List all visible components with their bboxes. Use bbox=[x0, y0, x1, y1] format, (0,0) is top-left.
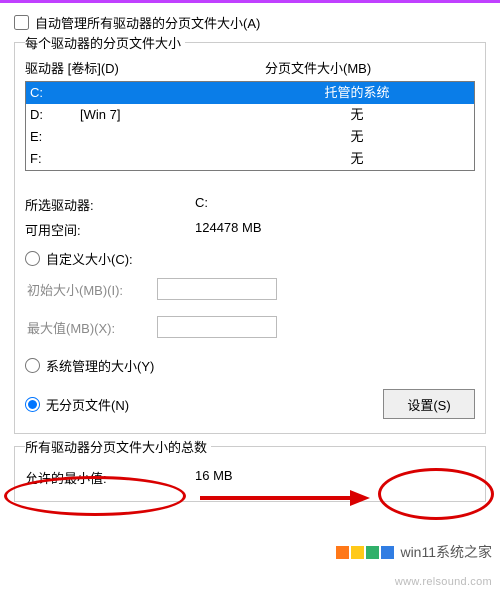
list-row[interactable]: C: 托管的系统 bbox=[26, 82, 474, 104]
row-val: 托管的系统 bbox=[270, 82, 474, 104]
row-val: 无 bbox=[270, 126, 474, 148]
selected-drive-value: C: bbox=[195, 195, 475, 214]
row-val: 无 bbox=[270, 104, 474, 126]
brand-badge: win11系统之家 bbox=[336, 542, 492, 562]
no-paging-file-label: 无分页文件(N) bbox=[46, 395, 129, 414]
row-label bbox=[80, 148, 270, 170]
drive-group: 每个驱动器的分页文件大小 驱动器 [卷标](D) 分页文件大小(MB) C: 托… bbox=[14, 42, 486, 434]
total-group-title: 所有驱动器分页文件大小的总数 bbox=[25, 437, 211, 456]
min-allowed-value: 16 MB bbox=[195, 468, 475, 487]
max-size-input[interactable] bbox=[157, 316, 277, 338]
custom-size-label: 自定义大小(C): bbox=[46, 249, 133, 268]
row-val: 无 bbox=[270, 148, 474, 170]
row-drive: E: bbox=[30, 126, 80, 148]
initial-size-input[interactable] bbox=[157, 278, 277, 300]
system-managed-label: 系统管理的大小(Y) bbox=[46, 356, 154, 375]
col-size-header: 分页文件大小(MB) bbox=[265, 58, 475, 77]
set-button[interactable]: 设置(S) bbox=[383, 389, 475, 419]
row-label bbox=[80, 82, 270, 104]
list-row[interactable]: D: [Win 7] 无 bbox=[26, 104, 474, 126]
auto-manage-label: 自动管理所有驱动器的分页文件大小(A) bbox=[35, 13, 260, 32]
brand-text: win11系统之家 bbox=[400, 542, 492, 562]
row-drive: D: bbox=[30, 104, 80, 126]
min-allowed-label: 允许的最小值: bbox=[25, 468, 195, 487]
brand-tiles-icon bbox=[336, 546, 394, 559]
no-paging-file-radio[interactable] bbox=[25, 397, 40, 412]
row-label: [Win 7] bbox=[80, 104, 270, 126]
selected-drive-label: 所选驱动器: bbox=[25, 195, 195, 214]
system-managed-radio[interactable] bbox=[25, 358, 40, 373]
col-drive-header: 驱动器 [卷标](D) bbox=[25, 58, 265, 77]
custom-size-radio[interactable] bbox=[25, 251, 40, 266]
row-drive: F: bbox=[30, 148, 80, 170]
row-drive: C: bbox=[30, 82, 80, 104]
drive-listbox[interactable]: C: 托管的系统 D: [Win 7] 无 E: 无 F: 无 bbox=[25, 81, 475, 171]
drive-group-title: 每个驱动器的分页文件大小 bbox=[25, 33, 185, 52]
max-size-label: 最大值(MB)(X): bbox=[27, 318, 157, 337]
auto-manage-checkbox[interactable] bbox=[14, 15, 29, 30]
free-space-value: 124478 MB bbox=[195, 220, 475, 239]
total-group: 所有驱动器分页文件大小的总数 允许的最小值: 16 MB bbox=[14, 446, 486, 502]
free-space-label: 可用空间: bbox=[25, 220, 195, 239]
watermark-text: www.relsound.com bbox=[395, 576, 492, 588]
row-label bbox=[80, 126, 270, 148]
initial-size-label: 初始大小(MB)(I): bbox=[27, 280, 157, 299]
list-row[interactable]: F: 无 bbox=[26, 148, 474, 170]
list-row[interactable]: E: 无 bbox=[26, 126, 474, 148]
